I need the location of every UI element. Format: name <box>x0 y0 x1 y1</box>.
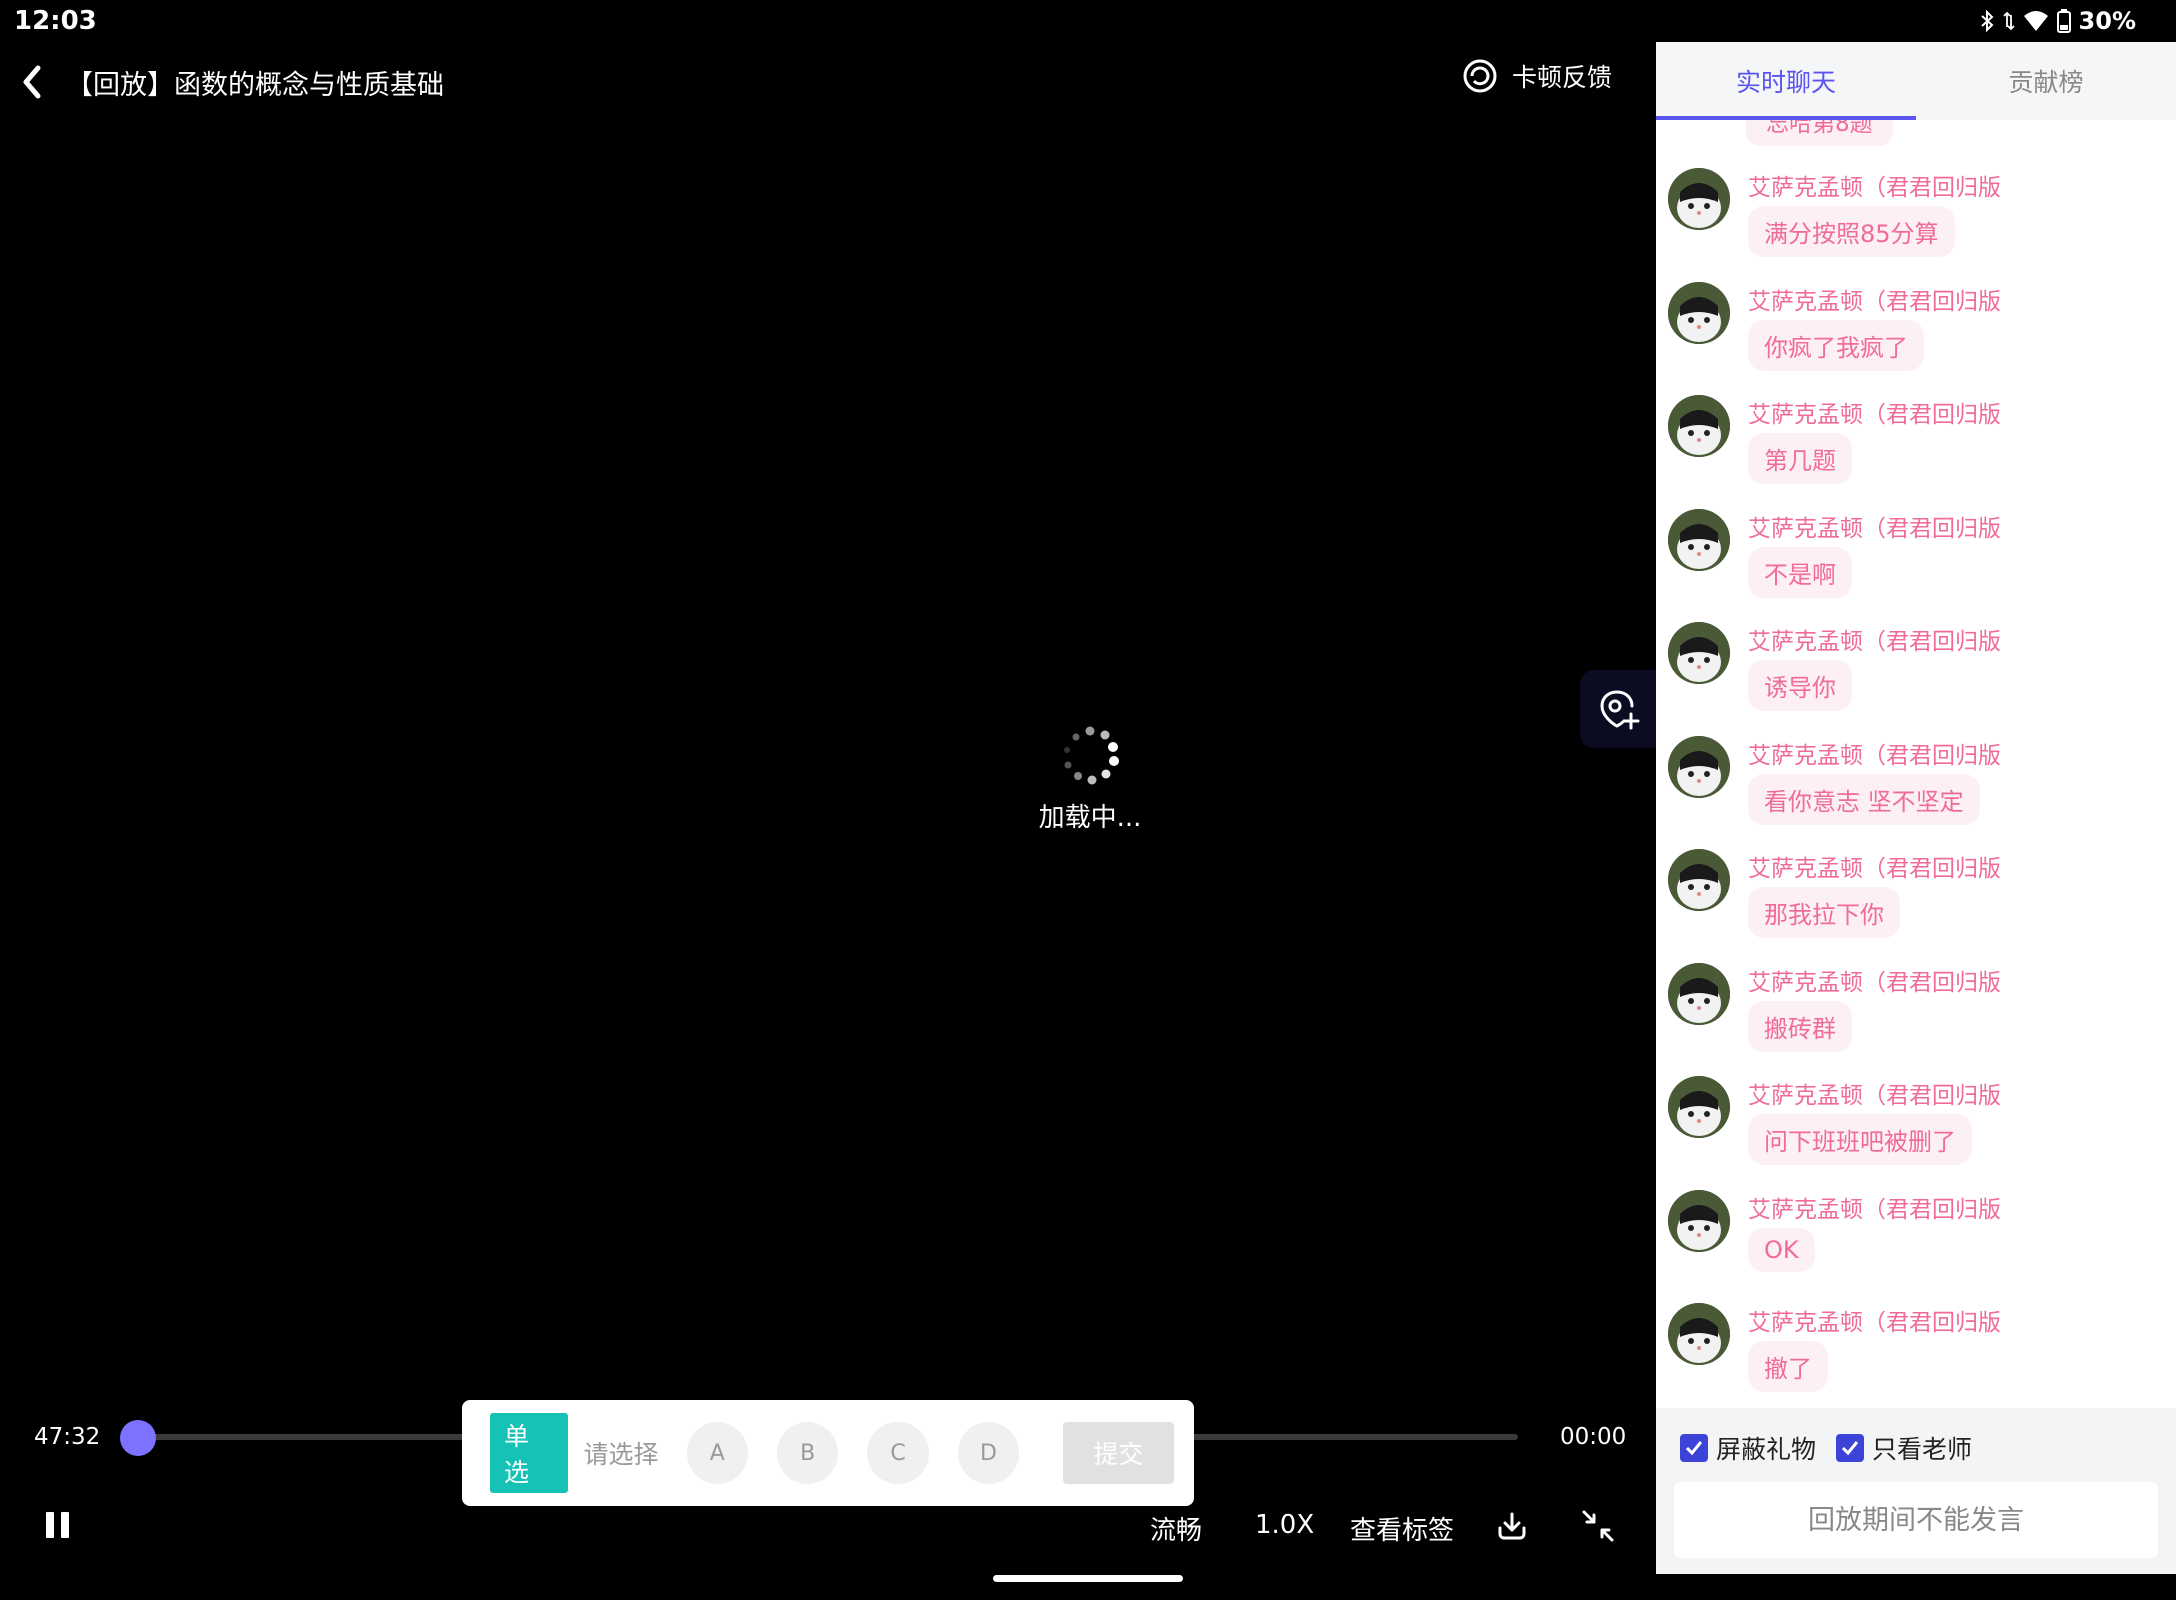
lag-feedback-label: 卡顿反馈 <box>1512 63 1613 92</box>
chat-message: 艾萨克孟顿（君君回归版第几题 <box>1656 395 2176 505</box>
lag-feedback-button[interactable]: 卡顿反馈 <box>1462 58 1612 94</box>
chat-message-list[interactable]: 忘哈第8题 艾萨克孟顿（君君回归版 满分按照85分算 艾萨克孟顿（君君回归版 你疯了我… <box>1656 120 2176 1408</box>
chat-message: 艾萨克孟顿（君君回归版 OK <box>1656 1189 2176 1300</box>
gesture-nav-handle[interactable] <box>993 1575 1183 1582</box>
chat-sender-name: 艾萨克孟顿（君君回归版 <box>1748 515 2001 542</box>
tag-add-icon <box>1600 690 1640 730</box>
chat-sender-name: 艾萨克孟顿（君君回归版 <box>1748 175 2001 201</box>
quiz-option-d[interactable]: D <box>957 1422 1020 1484</box>
quiz-option-c[interactable]: C <box>867 1422 929 1484</box>
chat-sender-name: 艾萨克孟顿（君君回归版 <box>1748 742 2001 769</box>
chat-sender-name: 艾萨克孟顿（君君回归版 <box>1748 856 2001 882</box>
checkbox-checked-icon <box>1680 1434 1708 1462</box>
speed-button[interactable]: 1.0X <box>1255 1510 1314 1540</box>
fullscreen-exit-icon <box>1582 1510 1614 1542</box>
chat-message: 艾萨克孟顿（君君回归版满分按照85分算 <box>1656 168 2176 278</box>
chat-input[interactable] <box>1674 1482 2158 1558</box>
chat-bubble: 搬砖群 <box>1748 1000 1852 1052</box>
avatar[interactable] <box>1668 622 1730 684</box>
avatar[interactable] <box>1668 849 1730 911</box>
tab-live-chat[interactable]: 实时聊天 <box>1656 42 1916 120</box>
chat-bubble: 第几题 <box>1748 433 1852 484</box>
chat-message: 艾萨克孟顿（君君回归版你疯了我疯了 <box>1656 281 2176 392</box>
chat-bubble: 满分按照85分算 <box>1748 206 1955 257</box>
seek-thumb[interactable] <box>120 1420 156 1456</box>
video-player[interactable]: 12:03 【回放】函数的概念与性质基础 卡顿反馈 加载中... 47:32 0… <box>0 0 1656 1600</box>
loading-text: 加载中... <box>1038 803 1142 833</box>
avatar[interactable] <box>1668 1303 1730 1365</box>
avatar[interactable] <box>1668 395 1730 457</box>
chat-bubble: 诱导你 <box>1748 660 1852 711</box>
avatar[interactable] <box>1668 962 1730 1025</box>
chat-sender-name: 艾萨克孟顿（君君回归版 <box>1748 1310 2001 1336</box>
quiz-submit-button[interactable]: 提交 <box>1063 1422 1175 1484</box>
chat-message: 艾萨克孟顿（君君回归版撤了 <box>1656 1303 2176 1408</box>
refresh-ring-icon <box>1463 59 1497 93</box>
wifi-icon <box>2023 11 2048 31</box>
chevron-left-icon <box>23 65 41 99</box>
chat-sender-name: 艾萨克孟顿（君君回归版 <box>1748 1083 2001 1109</box>
pause-button[interactable] <box>46 1512 69 1542</box>
chat-message: 艾萨克孟顿（君君回归版诱导你 <box>1656 622 2176 732</box>
battery-icon <box>2056 9 2071 33</box>
chat-message: 艾萨克孟顿（君君回归版看你意志 坚不坚定 <box>1656 735 2176 846</box>
tab-contribution-rank[interactable]: 贡献榜 <box>1916 42 2176 120</box>
avatar[interactable] <box>1668 168 1730 230</box>
chat-footer: 屏蔽礼物 只看老师 <box>1656 1408 2176 1600</box>
chat-bubble: OK <box>1748 1227 1815 1272</box>
teacher-only-checkbox[interactable]: 只看老师 <box>1836 1430 1972 1466</box>
view-tags-button[interactable]: 查看标签 <box>1350 1510 1454 1547</box>
quiz-option-b[interactable]: B <box>776 1422 839 1484</box>
current-time: 47:32 <box>34 1424 101 1450</box>
quiz-prompt: 请选择 <box>583 1440 659 1469</box>
battery-percent: 30% <box>2078 7 2136 35</box>
bottom-bar <box>1656 1574 2176 1600</box>
exit-fullscreen-button[interactable] <box>1580 1508 1616 1548</box>
avatar[interactable] <box>1668 281 1730 344</box>
spinner-icon <box>1064 726 1119 785</box>
chat-sender-name: 艾萨克孟顿（君君回归版 <box>1748 969 2001 996</box>
loading-indicator: 加载中... <box>1030 725 1150 834</box>
quiz-type-badge: 单选 <box>490 1413 568 1493</box>
chat-tabs: 实时聊天 贡献榜 <box>1656 42 2176 120</box>
add-tag-button[interactable] <box>1580 670 1656 748</box>
status-bar-right: 30% <box>1656 0 2176 42</box>
chat-message: 艾萨克孟顿（君君回归版不是啊 <box>1656 508 2176 619</box>
chat-bubble: 撤了 <box>1748 1341 1828 1392</box>
quiz-option-a[interactable]: A <box>686 1422 748 1484</box>
avatar[interactable] <box>1668 735 1730 798</box>
chat-panel: 30% 实时聊天 贡献榜 忘哈第8题 艾萨克孟顿（君君回归版 满分按照85分算 艾萨… <box>1656 0 2176 1600</box>
chat-message: 艾萨克孟顿（君君回归版搬砖群 <box>1656 962 2176 1073</box>
chat-bubble: 你疯了我疯了 <box>1748 319 1924 371</box>
block-gifts-checkbox[interactable]: 屏蔽礼物 <box>1680 1430 1816 1466</box>
chat-bubble-partial: 忘哈第8题 <box>1746 120 1893 146</box>
block-gifts-label: 屏蔽礼物 <box>1716 1435 1817 1464</box>
chat-message: 艾萨克孟顿（君君回归版问下班班吧被删了 <box>1656 1076 2176 1186</box>
quality-button[interactable]: 流畅 <box>1150 1510 1202 1547</box>
chat-sender-name: 艾萨克孟顿（君君回归版 <box>1748 1196 2001 1223</box>
status-time: 12:03 <box>14 6 97 36</box>
back-button[interactable] <box>12 60 52 104</box>
chat-bubble: 问下班班吧被删了 <box>1748 1114 1972 1165</box>
data-arrows-icon <box>2002 11 2015 31</box>
download-icon <box>1498 1512 1526 1540</box>
avatar[interactable] <box>1668 1189 1730 1252</box>
avatar[interactable] <box>1668 508 1730 571</box>
quiz-panel: 单选 请选择 A B C D 提交 <box>462 1400 1194 1506</box>
checkbox-checked-icon <box>1836 1434 1865 1462</box>
chat-sender-name: 艾萨克孟顿（君君回归版 <box>1748 288 2001 315</box>
teacher-only-label: 只看老师 <box>1872 1435 1973 1464</box>
video-title: 【回放】函数的概念与性质基础 <box>66 70 444 101</box>
download-button[interactable] <box>1494 1508 1530 1548</box>
total-time: 00:00 <box>1560 1424 1627 1450</box>
bluetooth-icon <box>1980 9 1993 33</box>
chat-sender-name: 艾萨克孟顿（君君回归版 <box>1748 629 2001 655</box>
pause-icon <box>46 1512 54 1538</box>
chat-bubble: 不是啊 <box>1748 546 1852 598</box>
chat-sender-name: 艾萨克孟顿（君君回归版 <box>1748 402 2001 428</box>
avatar[interactable] <box>1668 1076 1730 1138</box>
chat-message: 艾萨克孟顿（君君回归版那我拉下你 <box>1656 849 2176 959</box>
chat-bubble: 看你意志 坚不坚定 <box>1748 773 1980 825</box>
chat-bubble: 那我拉下你 <box>1748 887 1900 938</box>
